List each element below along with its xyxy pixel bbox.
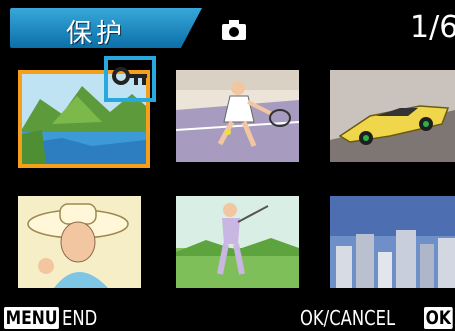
tennis-image [176,70,299,162]
key-icon [112,67,147,85]
title-tab: 保护 [10,8,202,48]
image-counter: 1/6 [410,10,455,45]
golfer-image [176,196,299,288]
thumbnail-woman[interactable] [18,196,141,288]
thumbnail-golfer[interactable] [176,196,299,288]
footer-bar: MENU END OK/CANCEL OK [0,303,455,331]
menu-key-badge[interactable]: MENU [4,307,60,329]
car-image [330,70,455,162]
woman-image [18,196,141,288]
ok-key-badge[interactable]: OK [424,307,453,329]
city-image [330,196,455,288]
camera-icon [222,20,246,40]
thumbnail-tennis[interactable] [176,70,299,162]
screen-title: 保护 [66,19,127,49]
thumbnail-city[interactable] [330,196,455,288]
thumbnail-car[interactable] [330,70,455,162]
ok-action-label: OK/CANCEL [300,306,396,330]
menu-action-label: END [62,306,98,330]
